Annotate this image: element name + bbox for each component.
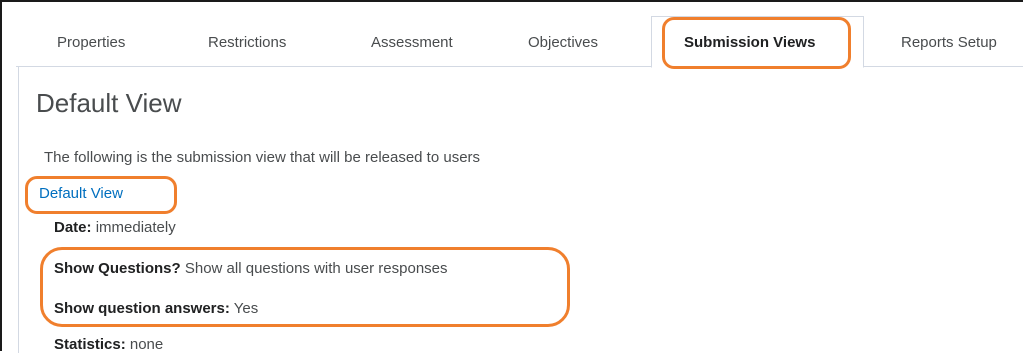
default-view-link[interactable]: Default View (39, 185, 123, 202)
tab-bar: Properties Restrictions Assessment Objec… (4, 4, 1023, 68)
show-questions-value: Show all questions with user responses (184, 260, 448, 277)
statistics-label: Statistics: (54, 336, 126, 353)
tab-submission-views[interactable]: Submission Views (651, 16, 864, 68)
tab-objectives[interactable]: Objectives (528, 34, 598, 51)
show-answers-value: Yes (233, 300, 259, 317)
statistics-detail: Statistics: none (54, 336, 163, 353)
show-answers-label: Show question answers: (54, 300, 230, 317)
show-questions-label: Show Questions? (54, 260, 181, 277)
tab-submission-views-label: Submission Views (684, 34, 816, 51)
tab-restrictions[interactable]: Restrictions (208, 34, 286, 51)
tab-bar-divider (16, 66, 1023, 67)
content-left-border (18, 66, 19, 353)
page-title: Default View (36, 88, 182, 118)
content-frame: Properties Restrictions Assessment Objec… (0, 0, 1023, 353)
date-label: Date: (54, 219, 92, 236)
submission-view-description: The following is the submission view tha… (44, 149, 481, 166)
tab-properties[interactable]: Properties (57, 34, 125, 51)
tab-assessment[interactable]: Assessment (371, 34, 453, 51)
tab-reports-setup[interactable]: Reports Setup (901, 34, 997, 51)
show-questions-detail: Show Questions? Show all questions with … (54, 260, 448, 277)
date-value: immediately (95, 219, 176, 236)
statistics-value: none (129, 336, 164, 353)
date-detail: Date: immediately (54, 219, 176, 236)
show-answers-detail: Show question answers: Yes (54, 300, 258, 317)
